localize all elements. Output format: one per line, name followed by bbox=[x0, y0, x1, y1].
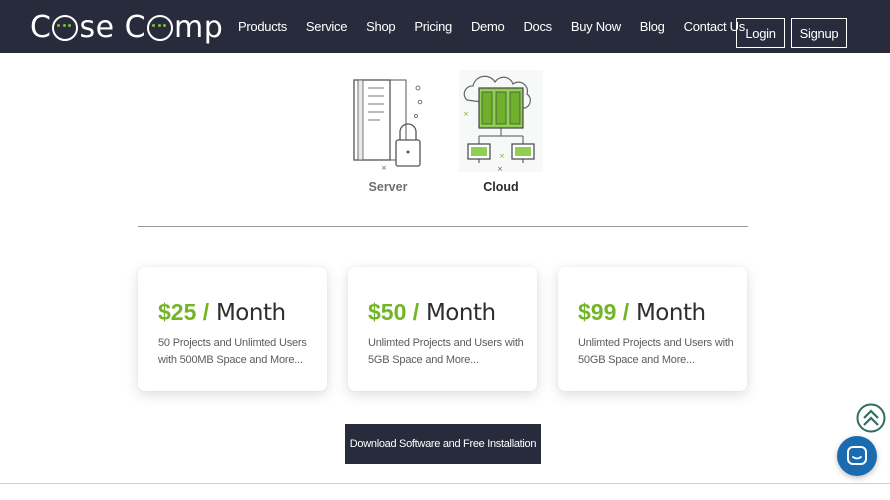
price-period: Month bbox=[209, 300, 286, 326]
double-chevron-up-icon bbox=[856, 403, 886, 433]
download-software-button[interactable]: Download Software and Free Installation bbox=[345, 424, 541, 464]
signup-button[interactable]: Signup bbox=[791, 18, 847, 48]
deploy-label-server: Server bbox=[368, 180, 408, 194]
server-lock-icon: × bbox=[353, 79, 423, 172]
nav-buy-now[interactable]: Buy Now bbox=[571, 19, 621, 34]
price-amount: $50 / bbox=[368, 299, 420, 325]
price-heading: $25 / Month bbox=[158, 299, 327, 326]
plan-description: Unlimted Projects and Users with 50GB Sp… bbox=[578, 337, 734, 366]
price-period: Month bbox=[419, 300, 496, 326]
pricing-card-basic[interactable]: $25 / Month 50 Projects and Unlimted Use… bbox=[138, 267, 327, 391]
scroll-to-top-button[interactable] bbox=[856, 403, 886, 433]
chat-bubble-logo-icon bbox=[52, 15, 79, 41]
nav-shop[interactable]: Shop bbox=[366, 19, 395, 34]
deploy-option-cloud[interactable]: × × × Cloud bbox=[459, 70, 543, 194]
chat-widget-button[interactable] bbox=[837, 436, 877, 476]
pricing-card-standard[interactable]: $50 / Month Unlimted Projects and Users … bbox=[348, 267, 537, 391]
price-heading: $99 / Month bbox=[578, 299, 747, 326]
bottom-divider bbox=[0, 483, 890, 484]
chat-icon bbox=[847, 446, 867, 465]
logo[interactable]: Cse Cmp bbox=[30, 8, 223, 46]
plan-description: 50 Projects and Unlimted Users with 500M… bbox=[158, 337, 307, 366]
deploy-option-server[interactable]: × Server bbox=[348, 70, 428, 194]
nav-demo[interactable]: Demo bbox=[471, 19, 505, 34]
plan-description: Unlimted Projects and Users with 5GB Spa… bbox=[368, 337, 524, 366]
pricing-card-premium[interactable]: $99 / Month Unlimted Projects and Users … bbox=[558, 267, 747, 391]
price-heading: $50 / Month bbox=[368, 299, 537, 326]
price-amount: $99 / bbox=[578, 299, 630, 325]
svg-text:×: × bbox=[463, 110, 469, 118]
main-nav: Products Service Shop Pricing Demo Docs … bbox=[238, 0, 764, 53]
chat-bubble-logo-icon bbox=[147, 15, 174, 41]
svg-text:×: × bbox=[499, 152, 505, 160]
price-amount: $25 / bbox=[158, 299, 210, 325]
svg-text:×: × bbox=[381, 164, 387, 172]
nav-pricing[interactable]: Pricing bbox=[414, 19, 452, 34]
section-divider bbox=[138, 226, 748, 227]
nav-docs[interactable]: Docs bbox=[523, 19, 552, 34]
navbar: Cse Cmp Products Service Shop Pricing De… bbox=[0, 0, 890, 53]
deploy-label-cloud: Cloud bbox=[483, 180, 519, 194]
cloud-network-icon: × × × bbox=[459, 70, 543, 172]
svg-text:×: × bbox=[497, 165, 503, 172]
nav-blog[interactable]: Blog bbox=[640, 19, 665, 34]
price-period: Month bbox=[629, 300, 706, 326]
nav-service[interactable]: Service bbox=[306, 19, 348, 34]
nav-products[interactable]: Products bbox=[238, 19, 287, 34]
login-button[interactable]: Login bbox=[736, 18, 785, 48]
